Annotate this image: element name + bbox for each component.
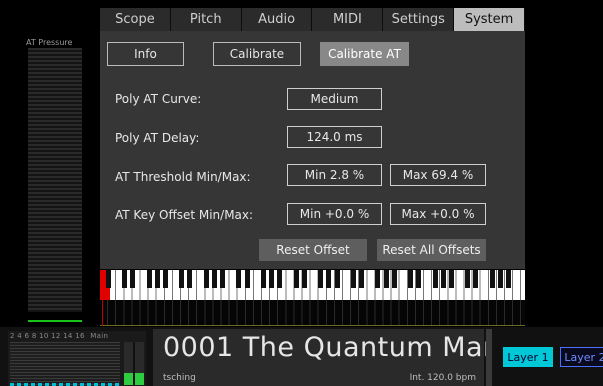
black-key (122, 270, 128, 288)
black-key (334, 270, 340, 288)
key-pressure-marker (102, 300, 103, 326)
black-key (130, 270, 136, 288)
black-key (506, 270, 512, 288)
poly-at-curve-value[interactable]: Medium (287, 88, 382, 110)
black-key (187, 270, 193, 288)
at-threshold-min-value[interactable]: Min 2.8 % (287, 164, 382, 186)
black-key (383, 270, 389, 288)
black-key (465, 270, 471, 288)
black-key (105, 270, 111, 288)
channel-meters (10, 342, 120, 385)
black-key (432, 270, 438, 288)
black-key (473, 270, 479, 288)
black-key (448, 270, 454, 288)
black-key (359, 270, 365, 288)
layer-2-button[interactable]: Layer 2 (560, 347, 603, 367)
layer-1-button[interactable]: Layer 1 (503, 347, 553, 367)
poly-at-delay-label: Poly AT Delay: (115, 131, 200, 145)
mixer-overview[interactable]: 2 4 6 8 10 12 14 16 Main (8, 331, 146, 386)
channel-numbers: 2 4 6 8 10 12 14 16 Main (10, 332, 108, 340)
main-label: Main (90, 332, 109, 340)
tab-midi[interactable]: MIDI (312, 8, 384, 31)
tab-pitch[interactable]: Pitch (170, 8, 242, 31)
at-pressure-meter: AT Pressure (24, 38, 84, 322)
black-key (489, 270, 495, 288)
at-key-offset-label: AT Key Offset Min/Max: (115, 208, 254, 222)
black-key (416, 270, 422, 288)
black-key (293, 270, 299, 288)
black-key (154, 270, 160, 288)
subtab-info[interactable]: Info (107, 42, 184, 66)
tab-settings[interactable]: Settings (383, 8, 455, 31)
black-key (146, 270, 152, 288)
preset-author: tsching (163, 373, 196, 383)
black-key (391, 270, 397, 288)
black-key (203, 270, 209, 288)
black-key (269, 270, 275, 288)
at-key-offset-max-value[interactable]: Max +0.0 % (390, 203, 486, 225)
channel-numbers-text: 2 4 6 8 10 12 14 16 (10, 332, 85, 340)
at-threshold-max-value[interactable]: Max 69.4 % (390, 164, 486, 186)
at-pressure-level (28, 320, 82, 322)
tab-system[interactable]: System (454, 8, 525, 31)
key-pressure-grid (100, 300, 525, 326)
tempo-display: Int. 120.0 bpm (409, 373, 476, 383)
at-pressure-bar (28, 48, 82, 312)
black-key (162, 270, 168, 288)
keyboard (100, 270, 525, 300)
black-key (326, 270, 332, 288)
black-key (375, 270, 381, 288)
at-threshold-label: AT Threshold Min/Max: (115, 170, 251, 184)
black-key (440, 270, 446, 288)
main-tabs: Scope Pitch Audio MIDI Settings System (100, 8, 525, 31)
black-key (350, 270, 356, 288)
black-key (244, 270, 250, 288)
poly-at-curve-label: Poly AT Curve: (115, 92, 202, 106)
subtab-calibrate-at[interactable]: Calibrate AT (320, 42, 409, 66)
subtab-calibrate[interactable]: Calibrate (213, 42, 301, 66)
black-key (211, 270, 217, 288)
black-key (301, 270, 307, 288)
black-key (220, 270, 226, 288)
preset-display[interactable]: 0001 The Quantum Manual tsching Int. 120… (153, 329, 543, 386)
black-key (179, 270, 185, 288)
black-key (260, 270, 266, 288)
reset-offset-button[interactable]: Reset Offset (259, 239, 367, 261)
tab-scope[interactable]: Scope (100, 8, 171, 31)
reset-all-offsets-button[interactable]: Reset All Offsets (377, 239, 486, 261)
black-key (318, 270, 324, 288)
black-key (277, 270, 283, 288)
at-key-offset-min-value[interactable]: Min +0.0 % (287, 203, 382, 225)
black-key (408, 270, 414, 288)
tab-audio[interactable]: Audio (241, 8, 313, 31)
system-panel: Info Calibrate Calibrate AT Poly AT Curv… (100, 31, 525, 269)
black-key (236, 270, 242, 288)
poly-at-delay-value[interactable]: 124.0 ms (287, 126, 382, 148)
black-key (497, 270, 503, 288)
at-pressure-label: AT Pressure (26, 38, 73, 47)
key-pressure-grid-lines (100, 300, 525, 325)
main-level (124, 373, 144, 385)
